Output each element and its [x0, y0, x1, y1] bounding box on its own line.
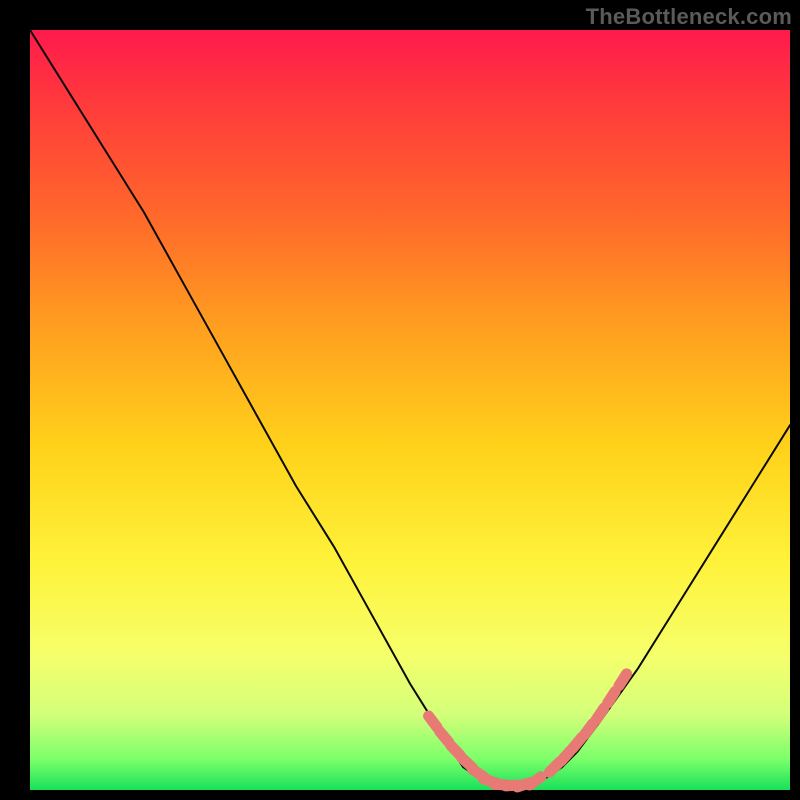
optimal-dot: [619, 674, 627, 686]
optimal-dot: [440, 731, 449, 742]
watermark-text: TheBottleneck.com: [586, 4, 792, 30]
optimal-dot: [584, 724, 592, 735]
chart-frame: TheBottleneck.com: [0, 0, 800, 800]
optimal-dot: [596, 708, 604, 720]
optimal-range-dots: [429, 674, 627, 787]
optimal-dot: [573, 738, 582, 749]
optimal-dot: [608, 691, 616, 703]
optimal-dot: [530, 777, 541, 785]
optimal-dot: [429, 716, 437, 727]
chart-plot-area: [30, 30, 790, 790]
bottleneck-curve: [30, 30, 790, 786]
chart-svg: [30, 30, 790, 790]
